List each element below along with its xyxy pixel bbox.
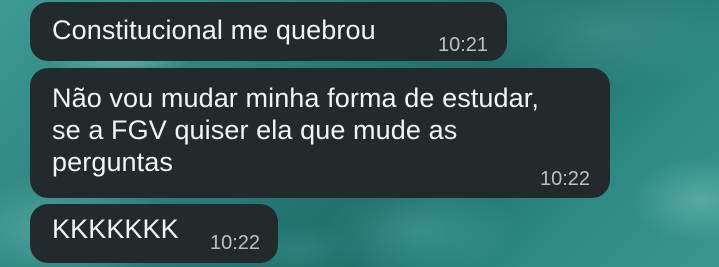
message-bubble[interactable]: KKKKKKK 10:22 (30, 204, 278, 263)
message-bubble[interactable]: Constitucional me quebrou 10:21 (30, 2, 507, 61)
message-timestamp: 10:22 (540, 168, 591, 190)
message-text: KKKKKKK (52, 214, 179, 244)
message-timestamp: 10:22 (210, 232, 261, 254)
message-text: Constitucional me quebrou (52, 15, 376, 45)
message-bubble[interactable]: Não vou mudar minha forma de estudar, se… (30, 68, 610, 198)
message-timestamp: 10:21 (438, 34, 489, 56)
message-text: Não vou mudar minha forma de estudar, se… (52, 83, 539, 177)
